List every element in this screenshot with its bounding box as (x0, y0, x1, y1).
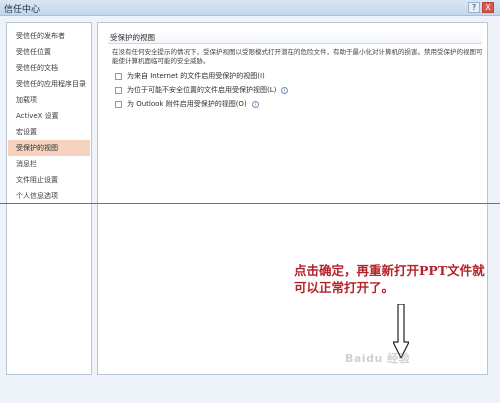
option-label: 为位于可能不安全位置的文件启用受保护视图(L) (127, 86, 277, 94)
sidebar-item-add-ins[interactable]: 加载项 (8, 92, 90, 108)
sidebar-item-message-bar[interactable]: 消息栏 (8, 156, 90, 172)
sidebar-item-privacy-options[interactable]: 个人信息选项 (8, 188, 90, 204)
watermark: Baidu 经验 (345, 352, 411, 365)
title-bar: 信任中心 ? X (0, 0, 500, 16)
sidebar-item-activex-settings[interactable]: ActiveX 设置 (8, 108, 90, 124)
sidebar-item-protected-view[interactable]: 受保护的视图 (8, 140, 90, 156)
checkbox-unsafe-locations[interactable] (115, 86, 122, 94)
info-icon: i (281, 86, 289, 94)
sidebar-nav: 受信任的发布者 受信任位置 受信任的文档 受信任的应用程序目录 加载项 Acti… (6, 22, 92, 375)
info-icon: i (251, 100, 259, 108)
settings-panel: 受保护的视图 在没有任何安全提示的情况下，受保护视图以受限模式打开潜在的危险文件… (97, 22, 488, 375)
section-header: 受保护的视图 (108, 30, 482, 44)
sidebar-item-trusted-documents[interactable]: 受信任的文档 (8, 60, 90, 76)
window-title: 信任中心 (4, 5, 41, 15)
guide-line (0, 203, 500, 204)
option-label: 为来自 Internet 的文件启用受保护的视图(I) (127, 72, 265, 80)
annotation-text: 点击确定，再重新打开PPT文件就可以正常打开了。 (294, 263, 485, 295)
sidebar-item-trusted-app-catalogs[interactable]: 受信任的应用程序目录 (8, 76, 90, 92)
checkbox-outlook-attachments[interactable] (115, 100, 122, 108)
sidebar-item-trusted-locations[interactable]: 受信任位置 (8, 44, 90, 60)
sidebar-item-macro-settings[interactable]: 宏设置 (8, 124, 90, 140)
section-title: 受保护的视图 (110, 33, 155, 42)
window-controls: ? X (468, 2, 494, 13)
option-outlook-attachments[interactable]: 为 Outlook 附件启用受保护的视图(O) i (115, 99, 259, 109)
option-label: 为 Outlook 附件启用受保护的视图(O) (127, 100, 247, 108)
checkbox-internet-files[interactable] (115, 72, 122, 80)
option-unsafe-locations[interactable]: 为位于可能不安全位置的文件启用受保护视图(L) i (115, 85, 289, 95)
sidebar-item-trusted-publishers[interactable]: 受信任的发布者 (8, 28, 90, 44)
help-button[interactable]: ? (468, 2, 480, 13)
bottom-button-bar (0, 375, 500, 403)
option-internet-files[interactable]: 为来自 Internet 的文件启用受保护的视图(I) (115, 71, 265, 81)
close-button[interactable]: X (482, 2, 494, 13)
sidebar-item-file-block-settings[interactable]: 文件阻止设置 (8, 172, 90, 188)
section-description: 在没有任何安全提示的情况下，受保护视图以受限模式打开潜在的危险文件，有助于最小化… (112, 48, 483, 65)
